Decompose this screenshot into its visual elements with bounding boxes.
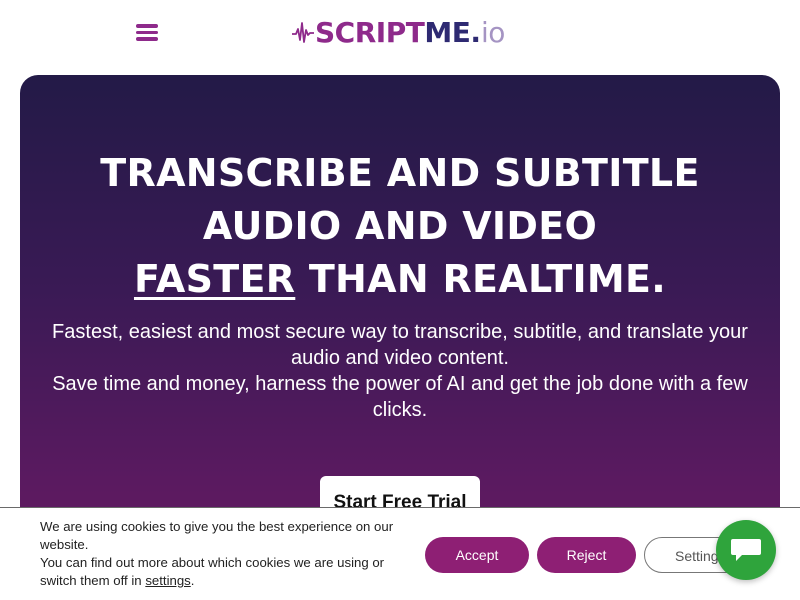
hero-subtitle-paragraph-2: Save time and money, harness the power o…: [52, 373, 748, 421]
logo-me-text: ME: [424, 15, 471, 49]
hero-title-line-1: TRANSCRIBE AND SUBTITLE: [100, 151, 700, 195]
site-logo[interactable]: SCRIPT ME. io: [292, 14, 505, 50]
cookie-text-line-2: You can find out more about which cookie…: [40, 555, 385, 588]
cookie-text-end: .: [190, 573, 195, 588]
live-chat-button[interactable]: [716, 520, 776, 580]
hero-title-line-3: FASTER THAN REALTIME.: [20, 253, 780, 306]
site-header: SCRIPT ME. io: [0, 0, 800, 66]
cookie-consent-bar: We are using cookies to give you the bes…: [0, 507, 800, 600]
hamburger-menu-icon[interactable]: [136, 22, 158, 42]
hero-subtitle: Fastest, easiest and most secure way to …: [40, 319, 760, 423]
cookie-settings-link[interactable]: settings: [145, 573, 190, 588]
accept-cookies-button[interactable]: Accept: [425, 537, 529, 573]
cookie-text-line-1: We are using cookies to give you the bes…: [40, 519, 394, 552]
logo-dot-text: .: [470, 15, 481, 49]
menu-bar: [136, 30, 158, 34]
hero-title-line-3-rest: THAN REALTIME.: [295, 257, 667, 301]
reject-cookies-button[interactable]: Reject: [537, 537, 636, 573]
menu-bar: [136, 37, 158, 41]
logo-script-text: SCRIPT: [315, 15, 425, 49]
hero-title: TRANSCRIBE AND SUBTITLE AUDIO AND VIDEO …: [20, 147, 780, 306]
menu-bar: [136, 24, 158, 28]
hero-title-underlined-word: FASTER: [133, 257, 296, 301]
hero-subtitle-paragraph-1: Fastest, easiest and most secure way to …: [52, 321, 748, 369]
cookie-consent-text: We are using cookies to give you the bes…: [40, 518, 400, 590]
logo-io-text: io: [480, 15, 505, 49]
audio-wave-icon: [292, 22, 314, 43]
chat-bubble-icon: [731, 539, 761, 561]
hero-title-line-2: AUDIO AND VIDEO: [202, 204, 598, 248]
